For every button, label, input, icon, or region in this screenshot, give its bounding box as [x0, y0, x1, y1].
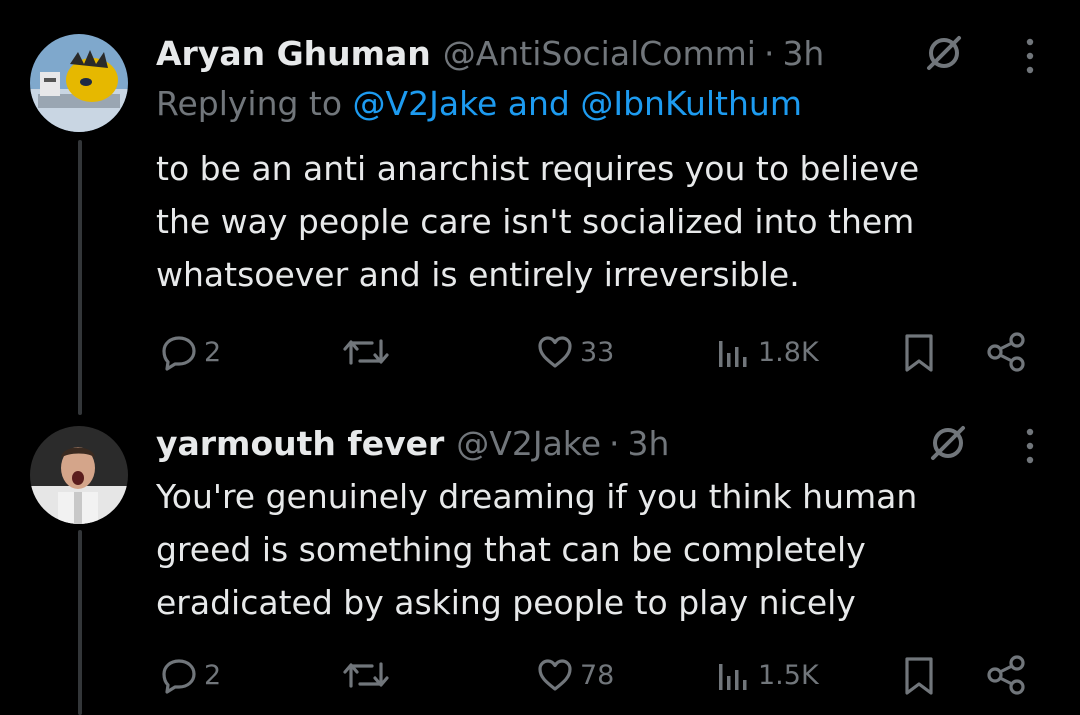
separator-dot: · — [609, 423, 620, 463]
share-button[interactable] — [986, 654, 1028, 696]
retweet-icon — [343, 339, 389, 365]
tweet-text: to be an anti anarchist requires you to … — [156, 149, 920, 294]
separator-dot: · — [763, 33, 775, 73]
views-count: 1.8K — [758, 336, 819, 368]
display-name[interactable]: Aryan Ghuman — [156, 34, 431, 73]
reply-button[interactable]: 2 — [160, 333, 221, 371]
timestamp[interactable]: 3h — [782, 34, 824, 73]
user-handle[interactable]: @AntiSocialCommi — [443, 34, 756, 73]
tweet[interactable]: Aryan Ghuman @AntiSocialCommi · 3h Reply… — [0, 28, 1080, 388]
more-icon[interactable] — [1022, 34, 1038, 78]
avatar[interactable] — [30, 34, 128, 132]
views-button[interactable]: 1.8K — [716, 333, 819, 371]
bookmark-button[interactable] — [900, 656, 938, 696]
like-icon — [538, 336, 572, 368]
share-icon — [987, 332, 1025, 372]
tweet-header: yarmouth fever @V2Jake · 3h — [156, 418, 669, 468]
views-button[interactable]: 1.5K — [716, 656, 819, 694]
avatar[interactable] — [30, 426, 128, 524]
replying-to-users[interactable]: @V2Jake and @IbnKulthum — [353, 84, 802, 123]
timestamp[interactable]: 3h — [628, 424, 670, 463]
more-icon[interactable] — [1022, 424, 1038, 468]
bookmark-icon — [905, 657, 933, 695]
like-button[interactable]: 78 — [536, 656, 614, 694]
user-handle[interactable]: @V2Jake — [456, 424, 601, 463]
tweet-text: You're genuinely dreaming if you think h… — [156, 477, 918, 622]
reply-count: 2 — [204, 336, 222, 368]
replying-to-label: Replying to — [156, 84, 353, 123]
like-button[interactable]: 33 — [536, 333, 614, 371]
bookmark-icon — [905, 334, 933, 372]
tweet-header: Aryan Ghuman @AntiSocialCommi · 3h — [156, 28, 824, 78]
views-count: 1.5K — [758, 659, 819, 691]
tweet[interactable]: yarmouth fever @V2Jake · 3h You're genui… — [0, 418, 1080, 715]
retweet-icon — [343, 662, 389, 688]
display-name[interactable]: yarmouth fever — [156, 424, 444, 463]
like-icon — [538, 659, 572, 691]
share-button[interactable] — [986, 331, 1028, 373]
like-count: 33 — [580, 336, 615, 368]
grok-icon[interactable] — [928, 423, 968, 463]
reply-icon — [162, 336, 196, 371]
retweet-button[interactable] — [342, 333, 390, 371]
reply-button[interactable]: 2 — [160, 656, 221, 694]
like-count: 78 — [580, 659, 615, 691]
reply-icon — [162, 659, 196, 694]
replying-to: Replying to @V2Jake and @IbnKulthum — [156, 84, 802, 123]
views-icon — [719, 664, 747, 690]
bookmark-button[interactable] — [900, 333, 938, 373]
grok-icon[interactable] — [924, 33, 964, 73]
views-icon — [719, 341, 747, 367]
reply-count: 2 — [204, 659, 222, 691]
retweet-button[interactable] — [342, 656, 390, 694]
share-icon — [987, 655, 1025, 695]
